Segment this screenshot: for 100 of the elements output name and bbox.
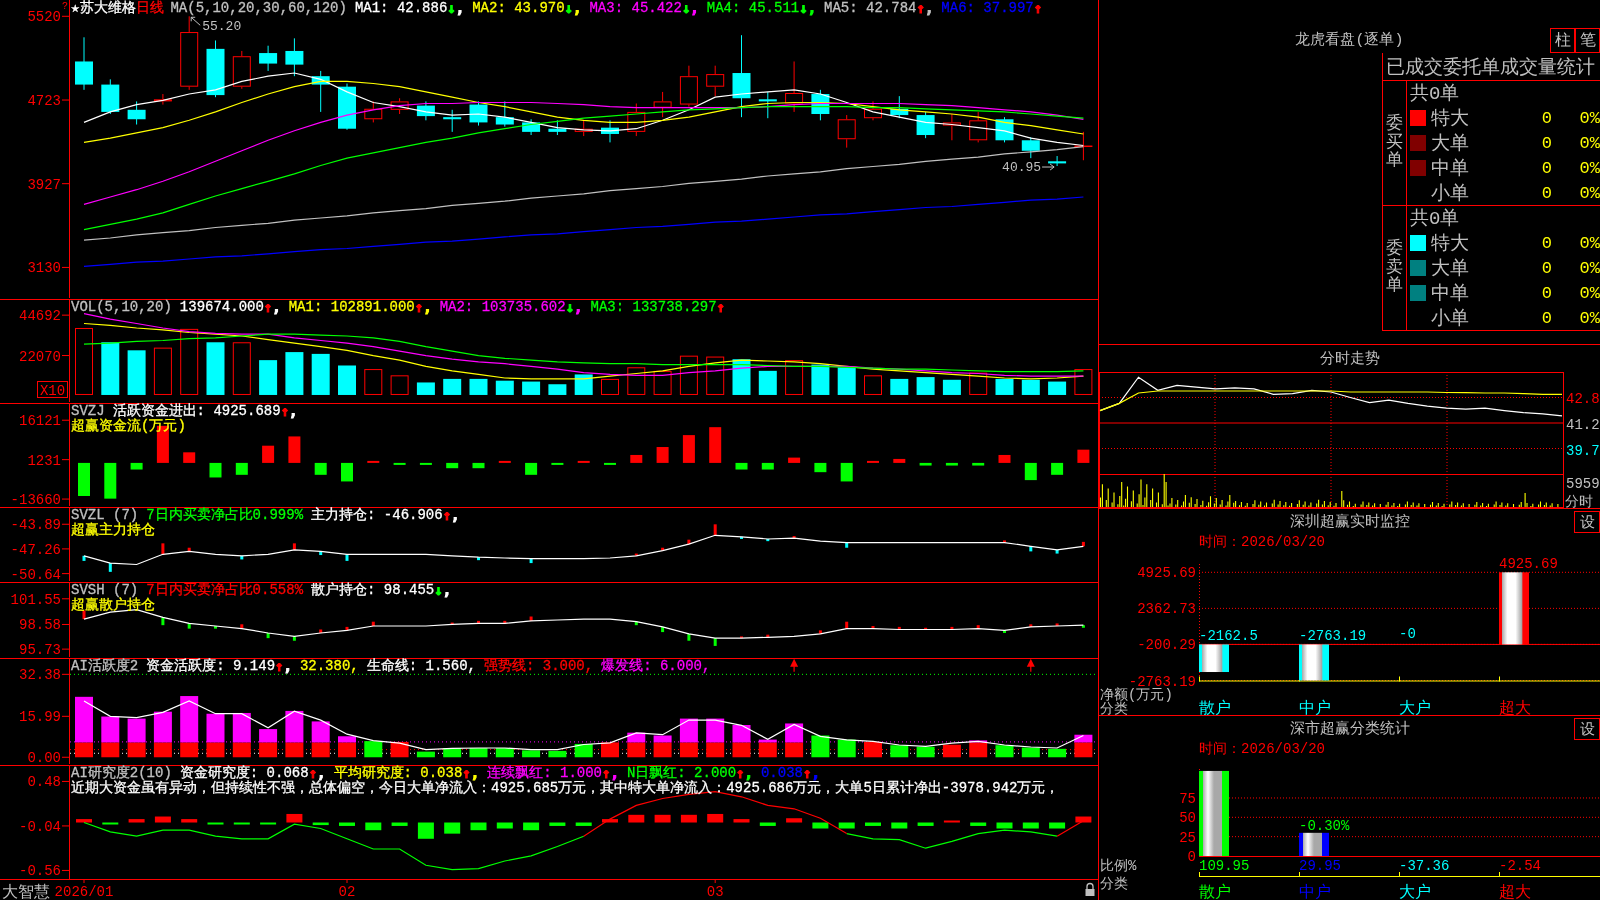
star-symbol: ★ [71,1,80,16]
order-count: 0 [1541,133,1552,153]
trend-arrow: ↑ [602,766,611,781]
axis-caption: 分类 [1100,876,1128,892]
indicator-text: 生命线: 1.560, [366,659,476,674]
order-count: 0 [1541,183,1552,203]
indicator-text: MA2: 43.970 [472,1,565,16]
trend-arrow: ↑ [442,508,452,523]
brand-name: 大智慧 [2,884,50,900]
comma: , [289,404,298,419]
settings-button[interactable]: 设 [1574,511,1600,533]
comma: , [442,583,452,598]
trend-arrow: ↑ [1033,1,1043,16]
trend-arrow: ↑ [916,1,925,16]
indicator-text: MA3: 133738.297 [590,300,717,315]
axis-label: 5520 [27,9,61,26]
comma: , [455,1,465,16]
axis-label: 3130 [27,260,61,277]
comma: , [924,1,934,16]
indicator-text: MA4: 45.511 [706,1,800,16]
view-mode-button[interactable]: 柱 [1550,28,1575,53]
trend-arrow: ↑ [275,659,284,674]
indicator-text: MA6: 37.997 [941,1,1034,16]
table-title: 已成交委托单成交量统计 [1386,55,1595,80]
price-callout: 55.20 [190,16,242,35]
comma: , [317,766,326,781]
view-mode-button[interactable]: 笔 [1575,28,1600,53]
indicator-text: 连续飘红: 1.000 [487,766,602,781]
axis-label: 1231 [27,452,61,469]
timestamp: 时间：2026/03/20 [1199,739,1325,758]
category-label: 中户 [1299,884,1331,900]
trend-arrow: ↓ [565,300,575,315]
axis-label: 44692 [19,308,61,325]
indicator-text: MA(5,10,20,30,60,120) [170,1,347,16]
value-label: -2763.19 [1299,628,1367,645]
trend-arrow: ↑ [308,766,318,781]
axis-label: -200.29 [1137,637,1196,654]
axis-label: 0.00 [27,750,61,765]
trend-arrow: ↑ [736,766,745,781]
order-size-label: 特大 [1431,232,1470,256]
multiplier-label: X10 [37,381,68,399]
panel-title: 深圳超赢实时监控 [1289,512,1410,531]
axis-label: 75 [1179,791,1196,807]
category-label: 超大 [1499,700,1531,715]
indicator-caption: 超赢散户持仓 [71,598,155,613]
panel-title: 分时走势 [1319,349,1380,368]
axis-label: 95.73 [19,642,61,658]
order-count: 0 [1541,308,1552,328]
indicator-text: 0.038 [760,766,803,781]
order-count: 0 [1541,158,1552,178]
indicator-text: N日飘红: 2.000 [626,766,737,781]
settings-button[interactable]: 设 [1574,718,1600,740]
axis-label: 101.55 [10,591,61,608]
date-label: 02 [338,884,356,900]
order-percent: 0% [1579,258,1600,278]
order-size-label: 中单 [1431,157,1470,181]
axis-caption: 比例% [1100,858,1137,874]
order-size-label: 小单 [1431,182,1470,206]
date-label: 2026/01 [54,884,114,900]
comma: , [807,1,817,16]
axis-label: 4925.69 [1137,565,1196,582]
annotation: 40.95 [1002,160,1042,176]
trend-arrow: ↑ [263,300,273,315]
axis-label: 41.2 [1566,417,1600,434]
indicator-text: 爆发线: 6.000, [601,659,711,674]
axis-label: 39.7 [1566,442,1600,459]
axis-label: 0.48 [27,774,61,791]
trend-arrow: ↑ [414,300,424,315]
stock-name: 苏大维格 [80,1,137,16]
indicator-text: AI活跃度2 [71,659,139,674]
change-label: -0.30% [1299,817,1350,834]
order-total: 共0单 [1410,82,1460,106]
order-percent: 0% [1579,283,1600,303]
trend-arrow: ↓ [434,583,443,598]
value-label: 109.95 [1199,858,1250,874]
comma: , [573,1,582,16]
order-size-label: 大单 [1431,257,1470,281]
indicator-text: 主力持仓: -46.906 [311,508,443,523]
order-count: 0 [1541,258,1552,278]
order-count: 0 [1541,283,1552,303]
annotation: 55.20 [202,19,242,35]
order-count: 0 [1541,233,1552,253]
indicator-text: 139674.000 [179,300,264,315]
trend-arrow: ↓ [447,1,456,16]
comma: , [470,766,480,781]
panel-title: 深市超赢分类统计 [1289,719,1410,738]
axis-label: 98.58 [19,617,61,634]
indicator-text: MA1: 42.886 [354,1,448,16]
trend-arrow: ↑ [716,300,725,315]
order-size-label: 小单 [1431,307,1470,331]
axis-caption: 分类 [1100,701,1128,715]
category-label: 散户 [1199,884,1231,900]
indicator-text: SVZL (7) [71,508,139,523]
volume-max-label: 5959 [1566,476,1600,492]
axis-label: -47.26 [10,541,61,558]
value-label: -2162.5 [1199,628,1258,645]
axis-label: 16121 [19,413,61,430]
indicator-text: 32.380, [299,659,359,674]
order-percent: 0% [1579,183,1600,203]
indicator-caption: 超赢主力持仓 [71,523,155,538]
